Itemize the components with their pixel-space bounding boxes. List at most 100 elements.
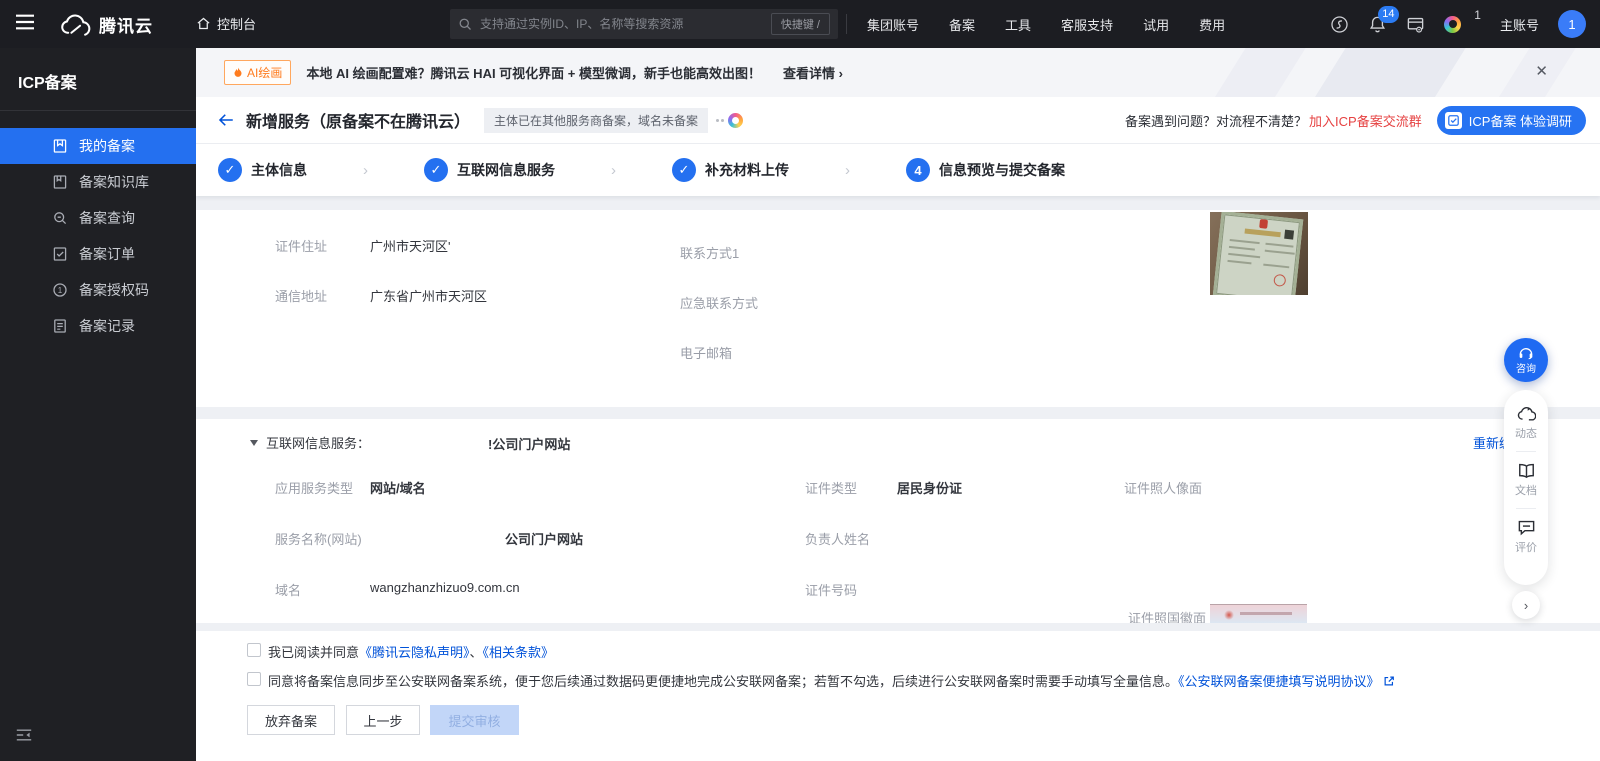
join-group-link[interactable]: 加入ICP备案交流群 xyxy=(1309,111,1422,130)
brand-text: 腾讯云 xyxy=(99,17,153,36)
emblem-photo-label: 证件照国徽面 xyxy=(1128,611,1207,623)
related-terms-link[interactable]: 《相关条款》 xyxy=(483,645,555,660)
consult-button[interactable]: 咨询 xyxy=(1504,338,1548,382)
voice-assistant-icon[interactable] xyxy=(1330,15,1349,34)
shortcut-badge: 快捷键 / xyxy=(770,13,830,35)
headset-icon xyxy=(1519,347,1533,359)
collapse-sidebar-icon[interactable] xyxy=(16,728,32,745)
ai-paint-badge[interactable]: AI绘画 xyxy=(224,60,292,85)
toolbar-divider xyxy=(1516,451,1536,452)
expand-toolbar-chevron-icon[interactable]: › xyxy=(1512,591,1540,619)
sidebar-menu: 我的备案 备案知识库 备案查询 备案订单 1 备案授权码 备案记录 xyxy=(0,128,196,344)
nav-item-support[interactable]: 客服支持 xyxy=(1046,15,1128,34)
auth-code-icon: 1 xyxy=(53,283,67,297)
nav-item-group-account[interactable]: 集团账号 xyxy=(852,15,934,34)
submit-review-button[interactable]: 提交审核 xyxy=(430,705,519,735)
icp-filing-page: 腾讯云 控制台 快捷键 / 集团账号 备案 工具 客服支持 试用 费用 14 xyxy=(0,0,1600,761)
triangle-down-icon xyxy=(250,439,258,446)
ai-sparkle-icon[interactable] xyxy=(716,112,744,128)
sidebar-item-auth-code[interactable]: 1 备案授权码 xyxy=(0,272,196,308)
police-filing-protocol-link[interactable]: 《公安联网备案便捷填写说明协议》 xyxy=(1178,674,1380,689)
search-icon xyxy=(459,18,471,30)
cloud-sync-icon xyxy=(1517,407,1536,421)
menu-icon[interactable] xyxy=(14,13,36,34)
survey-button[interactable]: ICP备案 体验调研 xyxy=(1436,105,1586,135)
account-avatar[interactable]: 1 xyxy=(1558,10,1586,38)
cert-address-label: 证件住址 xyxy=(275,239,328,254)
internet-service-card: 互联网信息服务： !公司门户网站 重新编辑 应用服务类型 网站/域名 证件类型 … xyxy=(196,419,1600,623)
account-label[interactable]: 主账号 xyxy=(1500,15,1539,34)
police-sync-agreement-row: 同意将备案信息同步至公安联网备案系统，便于您后续通过数据码更便捷地完成公安联网备… xyxy=(247,671,1395,690)
help-text: 备案遇到问题？对流程不清楚？ xyxy=(1125,113,1308,129)
toolbar-divider xyxy=(1516,508,1536,509)
global-search-input[interactable] xyxy=(480,17,771,31)
step-preview-submit[interactable]: 4 信息预览与提交备案 xyxy=(906,158,1065,182)
external-link-icon xyxy=(1384,676,1395,686)
previous-step-button[interactable]: 上一步 xyxy=(346,705,420,735)
console-link[interactable]: 控制台 xyxy=(196,14,256,33)
nav-item-trial[interactable]: 试用 xyxy=(1128,15,1184,34)
navbar-menu: 集团账号 备案 工具 客服支持 试用 费用 xyxy=(852,0,1240,48)
step-subject-info[interactable]: ✓ 主体信息 xyxy=(218,158,307,182)
page-header: 新增服务（原备案不在腾讯云） 主体已在其他服务商备案，域名未备案 备案遇到问题？… xyxy=(196,97,1600,144)
cloud-logo-icon xyxy=(61,14,91,36)
app-type-value: 网站/域名 xyxy=(370,481,426,496)
home-icon xyxy=(197,17,210,30)
notification-count-badge: 14 xyxy=(1378,5,1399,23)
tencent-cloud-logo[interactable]: 腾讯云 xyxy=(60,12,153,37)
nav-item-billing[interactable]: 费用 xyxy=(1184,15,1240,34)
close-icon[interactable]: ✕ xyxy=(1535,64,1548,79)
id-card-emblem-photo[interactable] xyxy=(1210,604,1307,623)
console-settings-icon[interactable] xyxy=(1406,15,1425,34)
privacy-statement-link[interactable]: 《腾讯云隐私声明》 xyxy=(359,645,470,660)
banner-details-link[interactable]: 查看详情 › xyxy=(783,63,843,82)
step-material-upload[interactable]: ✓ 补充材料上传 xyxy=(672,158,789,182)
sidebar-item-filing-orders[interactable]: 备案订单 xyxy=(0,236,196,272)
business-license-photo[interactable] xyxy=(1210,212,1308,295)
police-sync-checkbox[interactable] xyxy=(247,672,261,686)
document-icon xyxy=(54,319,66,333)
mail-address-label: 通信地址 xyxy=(275,289,328,304)
toolbar-item-docs[interactable]: 文档 xyxy=(1515,462,1537,498)
sidebar-item-knowledge-base[interactable]: 备案知识库 xyxy=(0,164,196,200)
submit-footer: 我已阅读并同意《腾讯云隐私声明》、《相关条款》 同意将备案信息同步至公安联网备案… xyxy=(196,631,1600,761)
step-chevron-icon: › xyxy=(611,161,616,179)
privacy-checkbox[interactable] xyxy=(247,643,261,657)
navbar-right: 14 1 主账号 1 xyxy=(1330,0,1586,48)
abandon-filing-button[interactable]: 放弃备案 xyxy=(247,705,335,735)
back-arrow-icon[interactable] xyxy=(217,112,235,128)
step-internet-service[interactable]: ✓ 互联网信息服务 xyxy=(424,158,555,182)
step-done-check-icon: ✓ xyxy=(424,158,448,182)
ai-assistant-icon[interactable] xyxy=(1444,15,1462,33)
step-done-check-icon: ✓ xyxy=(672,158,696,182)
sidebar-item-filing-records[interactable]: 备案记录 xyxy=(0,308,196,344)
mail-address-value: 广东省广州市天河区 xyxy=(370,289,488,304)
navbar-divider xyxy=(846,14,847,34)
toolbar-item-dynamic[interactable]: 动态 xyxy=(1515,405,1537,441)
sidebar-item-filing-query[interactable]: 备案查询 xyxy=(0,200,196,236)
subject-info-card: 证件住址 广州市天河区' 通信地址 广东省广州市天河区 联系方式1 应急联系方式… xyxy=(196,210,1600,407)
banner-text: 本地 AI 绘画配置难？腾讯云 HAI 可视化界面 + 模型微调，新手也能高效出… xyxy=(306,66,761,81)
comment-icon xyxy=(1518,520,1534,536)
notification-bell-icon[interactable]: 14 xyxy=(1368,5,1399,34)
privacy-agreement-row: 我已阅读并同意《腾讯云隐私声明》、《相关条款》 xyxy=(247,642,554,661)
banner-decoration xyxy=(1308,48,1472,97)
nav-item-beian[interactable]: 备案 xyxy=(934,15,990,34)
step-indicator: ✓ 主体信息 › ✓ 互联网信息服务 › ✓ 补充材料上传 › 4 信息预览与提… xyxy=(196,144,1600,196)
step-chevron-icon: › xyxy=(363,161,368,179)
portrait-photo-label: 证件照人像面 xyxy=(1124,481,1203,496)
agreement2-text: 同意将备案信息同步至公安联网备案系统，便于您后续通过数据码更便捷地完成公安联网备… xyxy=(268,674,1179,689)
toolbar-item-feedback[interactable]: 评价 xyxy=(1515,519,1537,555)
bookmark-icon xyxy=(53,139,67,153)
sidebar: ICP备案 我的备案 备案知识库 备案查询 备案订单 1 备案授权码 备案记录 xyxy=(0,48,196,761)
order-check-icon xyxy=(53,247,67,261)
step-chevron-icon: › xyxy=(845,161,850,179)
cert-number-label: 证件号码 xyxy=(805,583,858,598)
app-type-label: 应用服务类型 xyxy=(275,481,354,496)
sidebar-item-my-filings[interactable]: 我的备案 xyxy=(0,128,196,164)
survey-icon xyxy=(1444,111,1462,129)
cert-type-label: 证件类型 xyxy=(805,481,858,496)
service-section-toggle[interactable]: 互联网信息服务： xyxy=(250,433,370,452)
new-feature-count: 1 xyxy=(1474,8,1481,22)
nav-item-tools[interactable]: 工具 xyxy=(990,15,1046,34)
